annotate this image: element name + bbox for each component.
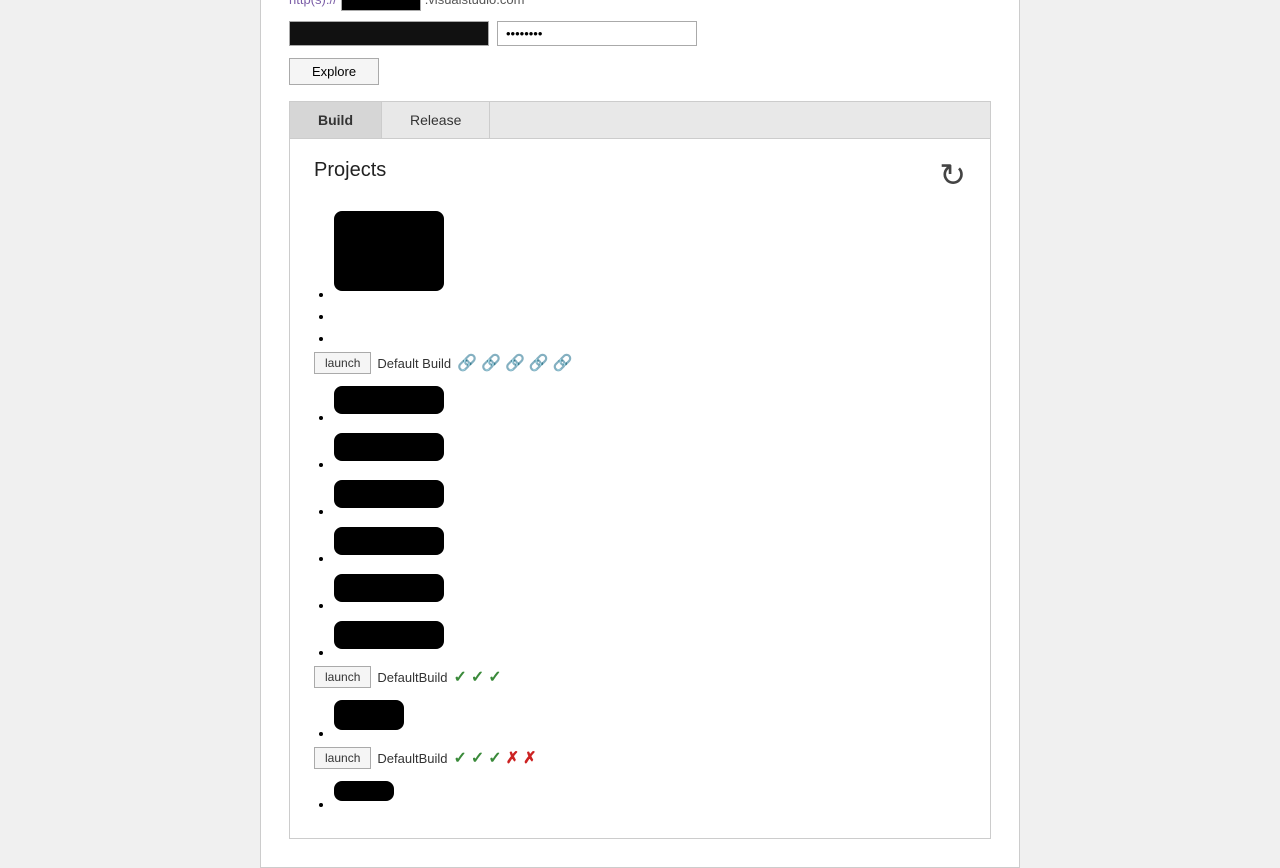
project-block-2d — [334, 527, 444, 555]
project-list-3 — [314, 698, 966, 743]
projects-title: Projects — [314, 159, 386, 182]
status-icon-link-5: 🔗 — [553, 353, 573, 373]
status-icons-2: ✓ ✓ ✓ — [453, 667, 501, 687]
status-icon-link-1: 🔗 — [457, 353, 477, 373]
build-label-3: DefaultBuild — [377, 751, 447, 766]
status-icon-check-1: ✓ — [453, 667, 466, 687]
project-item-2b — [334, 431, 966, 474]
project-item-2e — [334, 572, 966, 615]
status-icon-link-4: 🔗 — [529, 353, 549, 373]
project-list-2 — [314, 384, 966, 662]
project-block-2c — [334, 480, 444, 508]
project-list-4 — [314, 779, 966, 814]
status-icon-mixed-2: ✓ — [471, 748, 484, 768]
project-block-2a — [334, 386, 444, 414]
build-label-1: Default Build — [377, 356, 451, 371]
content-panel: Projects ↻ launch Default Build 🔗 🔗 🔗 🔗 … — [289, 138, 991, 839]
project-block-3 — [334, 700, 404, 730]
project-item-2f — [334, 619, 966, 662]
domain-row: http(s):// .visualstudio.com — [289, 0, 991, 11]
status-icon-mixed-3: ✓ — [488, 748, 501, 768]
tab-release[interactable]: Release — [382, 102, 490, 138]
status-icons-1: 🔗 🔗 🔗 🔗 🔗 — [457, 353, 573, 373]
status-icon-link-2: 🔗 — [481, 353, 501, 373]
project-item-2d — [334, 525, 966, 568]
password-input[interactable] — [497, 21, 697, 46]
launch-button-2[interactable]: launch — [314, 666, 371, 688]
status-icon-check-2: ✓ — [471, 667, 484, 687]
project-block-2b — [334, 433, 444, 461]
project-block-4 — [334, 781, 394, 801]
build-label-2: DefaultBuild — [377, 670, 447, 685]
project-list-1 — [314, 209, 966, 348]
project-block-1 — [334, 211, 444, 291]
tabs-bar: Build Release — [289, 101, 991, 138]
project-item-1 — [334, 209, 966, 304]
domain-prefix: http(s):// — [289, 0, 337, 7]
project-action-row-1: launch Default Build 🔗 🔗 🔗 🔗 🔗 — [314, 352, 966, 374]
domain-input[interactable] — [341, 0, 421, 11]
project-item-3 — [334, 698, 966, 743]
project-item-1c — [334, 330, 966, 348]
main-container: Domain VSTS http(s):// .visualstudio.com… — [260, 0, 1020, 868]
username-input[interactable] — [289, 21, 489, 46]
project-item-2 — [334, 384, 966, 427]
status-icon-link-3: 🔗 — [505, 353, 525, 373]
status-icon-mixed-1: ✓ — [453, 748, 466, 768]
explore-button[interactable]: Explore — [289, 58, 379, 85]
project-block-2f — [334, 621, 444, 649]
project-action-row-2: launch DefaultBuild ✓ ✓ ✓ — [314, 666, 966, 688]
status-icons-3: ✓ ✓ ✓ ✗ ✗ — [453, 748, 536, 768]
project-item-1b — [334, 308, 966, 326]
project-action-row-3: launch DefaultBuild ✓ ✓ ✓ ✗ ✗ — [314, 747, 966, 769]
projects-header: Projects ↻ — [314, 159, 966, 191]
credentials-row — [289, 21, 991, 46]
status-icon-mixed-5: ✗ — [523, 748, 536, 768]
launch-button-3[interactable]: launch — [314, 747, 371, 769]
domain-suffix: .visualstudio.com — [425, 0, 525, 7]
project-block-2e — [334, 574, 444, 602]
status-icon-check-3: ✓ — [488, 667, 501, 687]
project-item-4 — [334, 779, 966, 814]
project-item-2c — [334, 478, 966, 521]
refresh-icon[interactable]: ↻ — [939, 159, 966, 191]
status-icon-mixed-4: ✗ — [506, 748, 519, 768]
tab-build[interactable]: Build — [290, 102, 382, 138]
launch-button-1[interactable]: launch — [314, 352, 371, 374]
